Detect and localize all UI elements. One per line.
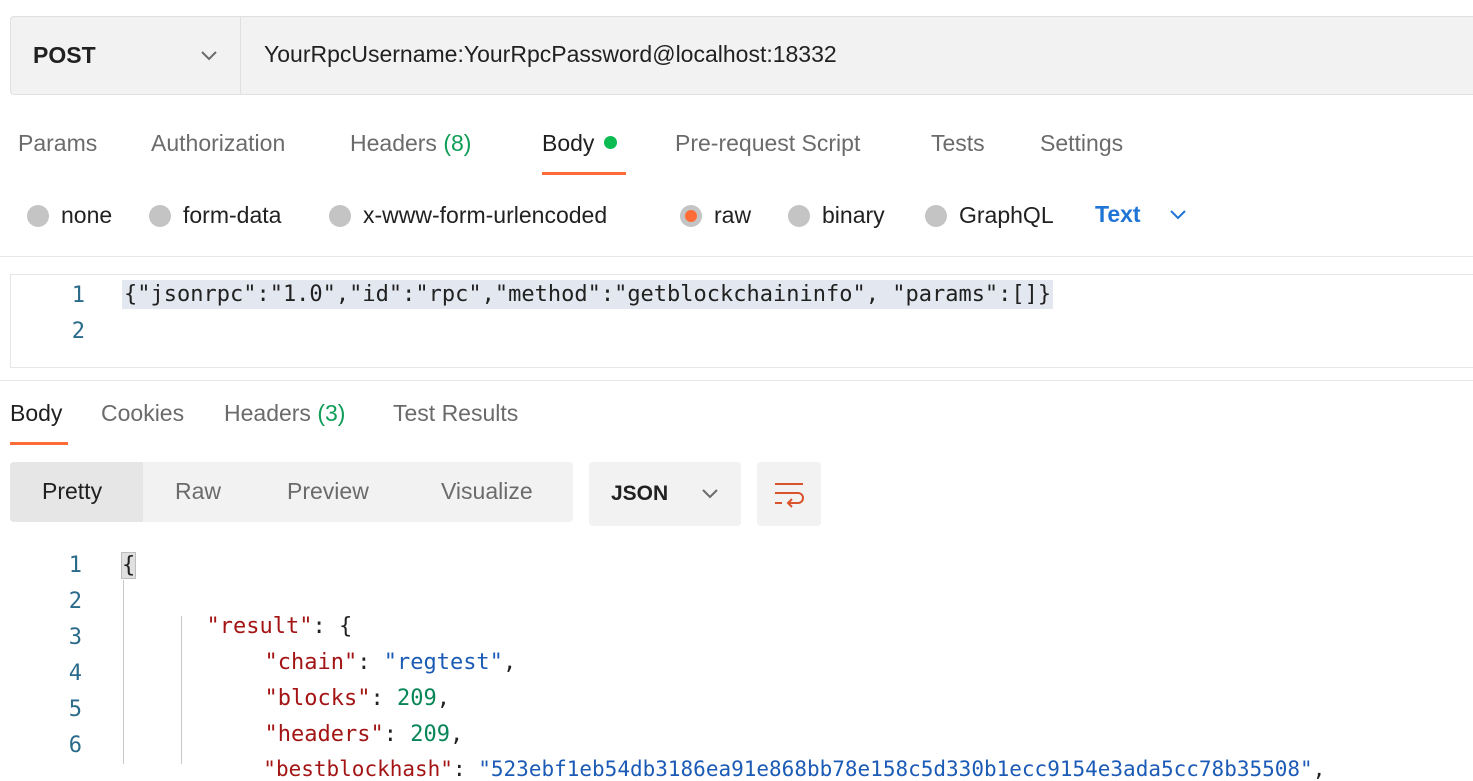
response-format-select[interactable]: JSON — [589, 462, 741, 526]
line-number: 2 — [68, 589, 82, 614]
response-tab-cookies[interactable]: Cookies — [101, 400, 184, 427]
tab-body[interactable]: Body — [542, 130, 618, 157]
url-input[interactable]: YourRpcUsername:YourRpcPassword@localhos… — [264, 41, 837, 68]
chevron-down-icon — [1169, 209, 1186, 219]
tab-settings[interactable]: Settings — [1040, 130, 1123, 157]
method-select[interactable]: POST — [11, 17, 241, 94]
line-number: 6 — [68, 733, 82, 758]
response-tab-test-results[interactable]: Test Results — [393, 400, 518, 427]
line-number: 2 — [71, 319, 85, 344]
radio-form-data[interactable]: form-data — [149, 202, 281, 229]
radio-graphql[interactable]: GraphQL — [925, 202, 1054, 229]
radio-raw-label: raw — [714, 202, 752, 228]
radio-raw[interactable]: raw — [680, 202, 751, 229]
radio-none-label: none — [61, 202, 113, 228]
radio-graphql-label: GraphQL — [959, 202, 1054, 228]
response-tab-body[interactable]: Body — [10, 400, 62, 427]
active-tab-indicator — [542, 172, 626, 175]
radio-circle — [149, 204, 171, 227]
radio-circle — [27, 204, 49, 227]
line-number: 3 — [68, 625, 82, 650]
tab-pre-request-script[interactable]: Pre-request Script — [675, 130, 860, 157]
radio-urlencoded[interactable]: x-www-form-urlencoded — [329, 202, 607, 229]
headers-count-badge: (8) — [443, 130, 472, 156]
wrap-lines-button[interactable] — [757, 462, 821, 526]
tab-headers[interactable]: Headers (8) — [350, 130, 471, 157]
tab-authorization[interactable]: Authorization — [151, 130, 285, 157]
radio-circle — [329, 204, 351, 227]
tab-params[interactable]: Params — [18, 130, 97, 157]
tab-headers-label: Headers — [350, 130, 437, 156]
radio-binary-label: binary — [822, 202, 885, 228]
url-bar: POST YourRpcUsername:YourRpcPassword@loc… — [10, 16, 1473, 95]
request-body-line[interactable]: {"jsonrpc":"1.0","id":"rpc","method":"ge… — [122, 280, 1054, 309]
radio-circle — [925, 204, 947, 227]
response-tab-headers[interactable]: Headers (3) — [224, 400, 345, 427]
response-headers-count-badge: (3) — [317, 400, 346, 426]
view-mode-preview[interactable]: Preview — [287, 478, 369, 505]
radio-circle-selected — [680, 204, 702, 227]
raw-format-select[interactable]: Text — [1095, 201, 1187, 228]
radio-urlencoded-label: x-www-form-urlencoded — [363, 202, 608, 228]
raw-format-label: Text — [1095, 201, 1141, 227]
json-open-brace: { — [120, 552, 137, 579]
divider — [0, 380, 1473, 381]
response-format-label: JSON — [611, 482, 669, 505]
wrap-lines-icon — [775, 483, 804, 508]
tab-body-label: Body — [542, 130, 595, 156]
line-number: 1 — [71, 283, 85, 308]
json-line: "bestblockhash": "523ebf1eb54db3186ea91e… — [263, 757, 1326, 781]
radio-binary[interactable]: binary — [788, 202, 885, 229]
chevron-down-icon — [201, 50, 217, 60]
line-number: 4 — [68, 661, 82, 686]
view-mode-raw[interactable]: Raw — [175, 478, 221, 505]
divider — [0, 256, 1473, 257]
body-status-dot — [604, 136, 618, 149]
json-string-value: "523ebf1eb54db3186ea91e868bb78e158c5d330… — [478, 757, 1313, 781]
line-number: 1 — [68, 553, 82, 578]
indent-guide — [123, 580, 124, 764]
response-tab-headers-label: Headers — [224, 400, 311, 426]
view-mode-visualize[interactable]: Visualize — [441, 478, 533, 505]
radio-circle — [788, 204, 810, 227]
line-number: 5 — [68, 697, 82, 722]
view-mode-pretty[interactable]: Pretty — [42, 478, 102, 505]
json-key: "bestblockhash" — [263, 757, 453, 781]
chevron-down-icon — [702, 489, 718, 499]
active-response-tab-indicator — [10, 442, 68, 445]
method-label: POST — [33, 42, 96, 68]
tab-tests[interactable]: Tests — [931, 130, 985, 157]
radio-form-data-label: form-data — [183, 202, 282, 228]
radio-none[interactable]: none — [27, 202, 112, 229]
